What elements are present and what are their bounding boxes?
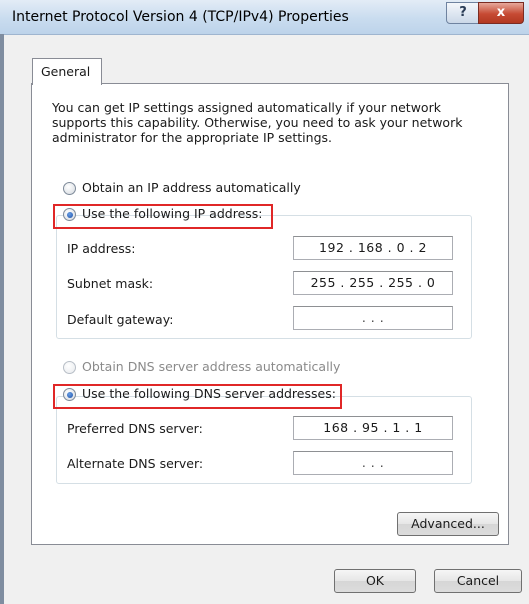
obtain-dns-auto-label[interactable]: Obtain DNS server address automatically bbox=[82, 359, 340, 374]
tab-general-label: General bbox=[41, 64, 91, 79]
subnet-mask-label: Subnet mask: bbox=[67, 276, 154, 291]
use-following-dns-radio[interactable] bbox=[63, 388, 76, 401]
preferred-dns-field[interactable]: 168 . 95 . 1 . 1 bbox=[293, 416, 453, 440]
preferred-dns-label: Preferred DNS server: bbox=[67, 421, 203, 436]
intro-text: You can get IP settings assigned automat… bbox=[52, 100, 463, 145]
ok-button[interactable]: OK bbox=[334, 569, 416, 593]
tab-general[interactable]: General bbox=[32, 58, 102, 85]
close-button[interactable]: x bbox=[478, 2, 524, 24]
dialog-window: Internet Protocol Version 4 (TCP/IPv4) P… bbox=[0, 0, 529, 604]
alternate-dns-field[interactable]: . . . bbox=[293, 451, 453, 475]
use-following-ip-radio[interactable] bbox=[63, 208, 76, 221]
use-following-ip-label[interactable]: Use the following IP address: bbox=[82, 206, 263, 221]
close-icon: x bbox=[496, 5, 506, 20]
cancel-button[interactable]: Cancel bbox=[434, 569, 522, 593]
default-gateway-field[interactable]: . . . bbox=[293, 306, 453, 330]
subnet-mask-field[interactable]: 255 . 255 . 255 . 0 bbox=[293, 271, 453, 295]
alternate-dns-label: Alternate DNS server: bbox=[67, 456, 204, 471]
title-bar[interactable]: Internet Protocol Version 4 (TCP/IPv4) P… bbox=[0, 0, 529, 35]
default-gateway-label: Default gateway: bbox=[67, 312, 174, 327]
help-button[interactable]: ? bbox=[446, 2, 480, 24]
background-window-edge bbox=[0, 34, 4, 604]
advanced-button[interactable]: Advanced... bbox=[397, 512, 499, 536]
use-following-dns-label[interactable]: Use the following DNS server addresses: bbox=[82, 386, 336, 401]
window-title: Internet Protocol Version 4 (TCP/IPv4) P… bbox=[12, 9, 349, 25]
ip-address-label: IP address: bbox=[67, 241, 136, 256]
obtain-ip-auto-label[interactable]: Obtain an IP address automatically bbox=[82, 180, 301, 195]
ip-address-field[interactable]: 192 . 168 . 0 . 2 bbox=[293, 236, 453, 260]
obtain-ip-auto-radio[interactable] bbox=[63, 182, 76, 195]
help-icon: ? bbox=[459, 5, 467, 20]
obtain-dns-auto-radio[interactable] bbox=[63, 361, 76, 374]
